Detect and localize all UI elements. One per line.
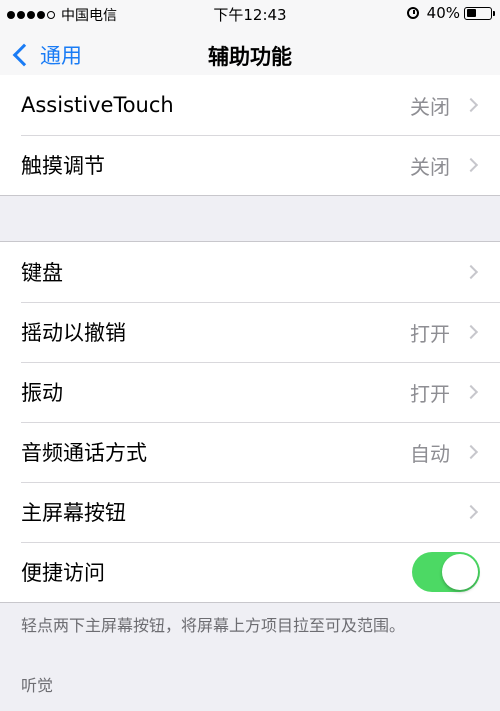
settings-group-1: AssistiveTouch 关闭 触摸调节 关闭: [0, 75, 500, 196]
row-label: 摇动以撤销: [21, 321, 126, 345]
row-assistivetouch[interactable]: AssistiveTouch 关闭: [0, 75, 500, 135]
row-vibration[interactable]: 振动 打开: [0, 362, 500, 422]
settings-group-2: 键盘 摇动以撤销 打开 振动 打开 音频通话方式 自动 主屏幕按钮 便捷访问: [0, 241, 500, 603]
page-title: 辅助功能: [208, 45, 292, 69]
row-value: 自动: [410, 441, 450, 466]
row-value: 关闭: [410, 154, 450, 179]
row-keyboard[interactable]: 键盘: [0, 242, 500, 302]
alarm-icon: [406, 7, 419, 19]
row-touch-accommodations[interactable]: 触摸调节 关闭: [0, 135, 500, 195]
row-shake-to-undo[interactable]: 摇动以撤销 打开: [0, 302, 500, 362]
chevron-right-icon: [463, 444, 479, 460]
section-header-hearing: 听觉: [21, 676, 54, 695]
footer-note: 轻点两下主屏幕按钮，将屏幕上方项目拉至可及范围。: [21, 616, 406, 635]
chevron-right-icon: [463, 264, 479, 280]
battery-icon: [464, 6, 495, 20]
chevron-right-icon: [463, 384, 479, 400]
row-value: 关闭: [410, 94, 450, 119]
chevron-right-icon: [463, 324, 479, 340]
row-label: 触摸调节: [21, 154, 105, 178]
row-label: AssistiveTouch: [21, 93, 174, 117]
toggle-knob: [442, 554, 478, 590]
row-label: 主屏幕按钮: [21, 501, 126, 525]
chevron-right-icon: [463, 97, 479, 113]
row-call-audio-routing[interactable]: 音频通话方式 自动: [0, 422, 500, 482]
row-label: 便捷访问: [21, 561, 105, 585]
row-label: 键盘: [21, 261, 63, 285]
status-bar: 中国电信 下午12:43 40%: [0, 0, 500, 28]
status-right: 40%: [406, 4, 495, 22]
row-label: 振动: [21, 381, 63, 405]
row-value: 打开: [410, 381, 450, 406]
chevron-right-icon: [463, 157, 479, 173]
reachability-toggle[interactable]: [412, 552, 480, 592]
battery-fill: [466, 9, 476, 17]
chevron-right-icon: [463, 504, 479, 520]
row-home-button[interactable]: 主屏幕按钮: [0, 482, 500, 542]
row-label: 音频通话方式: [21, 441, 147, 465]
row-reachability: 便捷访问: [0, 542, 500, 602]
battery-percent: 40%: [426, 4, 460, 22]
row-value: 打开: [410, 321, 450, 346]
